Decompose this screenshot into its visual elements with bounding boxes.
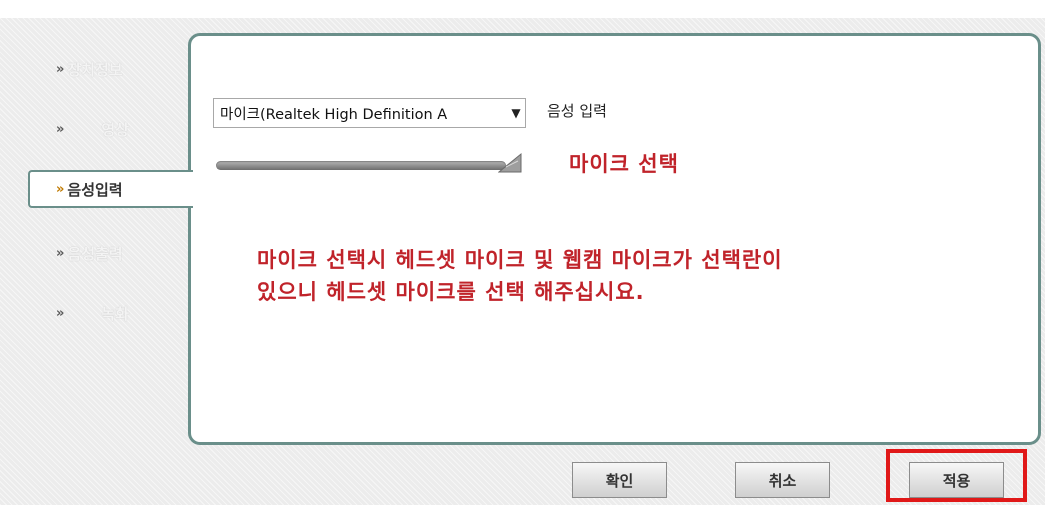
sidebar-item-video[interactable]: » 영상 (56, 110, 129, 148)
chevron-down-icon[interactable]: ▼ (507, 106, 525, 120)
chevron-right-icon: » (56, 245, 65, 261)
volume-slider-thumb[interactable] (498, 152, 522, 174)
sidebar: » 장치정보 » 영상 » 음성입력 » 음성출력 » 녹화 (0, 40, 193, 360)
microphone-select[interactable]: 마이크(Realtek High Definition A ▼ (213, 98, 526, 128)
ok-button[interactable]: 확인 (572, 462, 667, 498)
annotation-line-1: 마이크 선택시 헤드셋 마이크 및 웹캠 마이크가 선택란이 (257, 248, 783, 272)
sidebar-item-label: 음성출력 (67, 244, 123, 263)
sidebar-item-audio-input[interactable]: » 음성입력 (28, 170, 193, 208)
microphone-select-value: 마이크(Realtek High Definition A (220, 106, 448, 123)
sidebar-item-label: 음성입력 (67, 180, 123, 199)
chevron-right-icon: » (56, 305, 65, 321)
sidebar-item-recording[interactable]: » 녹화 (56, 294, 129, 332)
chevron-right-icon: » (56, 61, 65, 77)
chevron-right-icon: » (56, 121, 65, 137)
annotation-body: 마이크 선택시 헤드셋 마이크 및 웹캠 마이크가 선택란이 있으니 헤드셋 마… (257, 244, 1027, 308)
sidebar-item-device-info[interactable]: » 장치정보 (56, 50, 123, 88)
sidebar-item-label: 장치정보 (67, 60, 123, 79)
chevron-right-icon: » (56, 181, 65, 197)
apply-highlight-box (886, 449, 1027, 502)
annotation-line-2: 있으니 헤드셋 마이크를 선택 해주십시요. (257, 280, 645, 304)
volume-slider[interactable] (216, 161, 506, 170)
sidebar-item-label: 녹화 (101, 304, 130, 323)
cancel-button[interactable]: 취소 (735, 462, 830, 498)
sidebar-item-label: 영상 (101, 120, 130, 139)
sidebar-item-audio-output[interactable]: » 음성출력 (56, 234, 123, 272)
audio-input-label: 음성 입력 (547, 102, 607, 120)
content-panel: 마이크(Realtek High Definition A ▼ 음성 입력 마이… (188, 33, 1041, 445)
annotation-title: 마이크 선택 (569, 152, 679, 176)
top-strip (0, 0, 1045, 18)
